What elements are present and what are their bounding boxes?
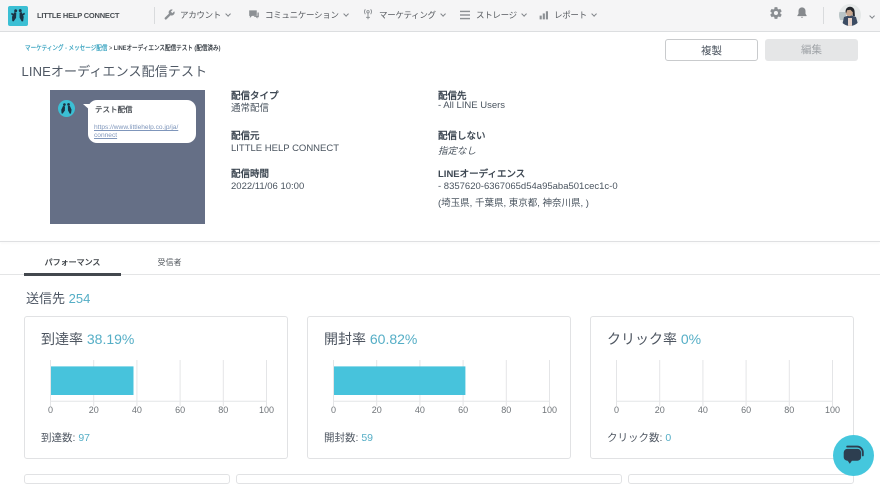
svg-text:0: 0 bbox=[614, 405, 619, 415]
svg-text:100: 100 bbox=[542, 405, 557, 415]
svg-text:80: 80 bbox=[501, 405, 511, 415]
svg-text:20: 20 bbox=[655, 405, 665, 415]
svg-text:40: 40 bbox=[698, 405, 708, 415]
svg-text:80: 80 bbox=[218, 405, 228, 415]
svg-text:60: 60 bbox=[458, 405, 468, 415]
svg-text:100: 100 bbox=[825, 405, 840, 415]
svg-text:60: 60 bbox=[175, 405, 185, 415]
svg-text:0: 0 bbox=[48, 405, 53, 415]
svg-text:20: 20 bbox=[372, 405, 382, 415]
svg-text:0: 0 bbox=[331, 405, 336, 415]
svg-text:80: 80 bbox=[784, 405, 794, 415]
svg-text:20: 20 bbox=[89, 405, 99, 415]
svg-text:100: 100 bbox=[259, 405, 274, 415]
svg-text:60: 60 bbox=[741, 405, 751, 415]
svg-text:40: 40 bbox=[415, 405, 425, 415]
svg-text:40: 40 bbox=[132, 405, 142, 415]
